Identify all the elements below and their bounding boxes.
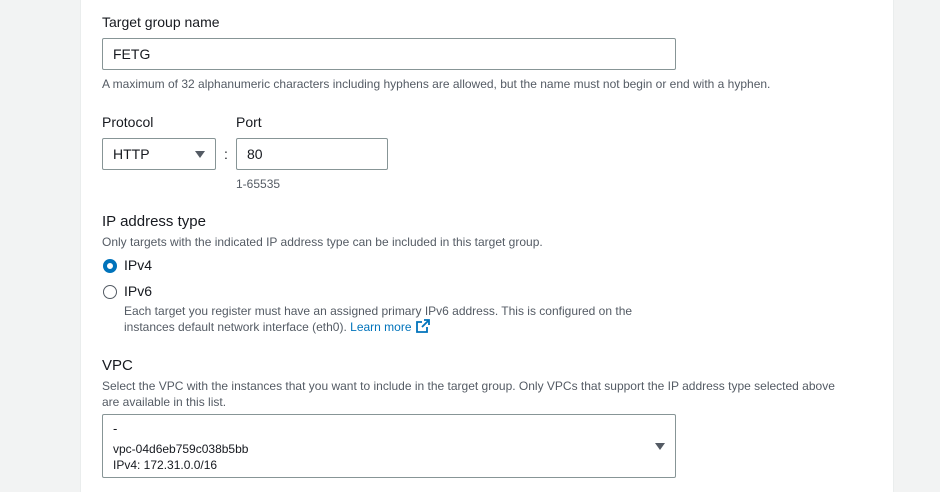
protocol-value: HTTP	[113, 146, 150, 162]
vpc-selected-id: vpc-04d6eb759c038b5bb	[113, 442, 249, 456]
ipv6-radio[interactable]	[103, 285, 117, 299]
port-label: Port	[236, 114, 262, 130]
vpc-selected-name: -	[113, 421, 118, 436]
port-hint: 1-65535	[236, 177, 281, 191]
vpc-selected-cidr: IPv4: 172.31.0.0/16	[113, 458, 218, 472]
protocol-select[interactable]: HTTP	[102, 138, 216, 170]
target-group-name-label: Target group name	[102, 14, 220, 30]
ip-address-type-description: Only targets with the indicated IP addre…	[102, 235, 543, 249]
target-group-name-hint: A maximum of 32 alphanumeric characters …	[102, 77, 771, 91]
vpc-description-line1: Select the VPC with the instances that y…	[102, 379, 835, 393]
ip-address-type-label: IP address type	[102, 213, 206, 230]
learn-more-link[interactable]: Learn more	[350, 319, 430, 337]
ipv4-radio-label[interactable]: IPv4	[124, 257, 152, 273]
external-link-icon	[415, 319, 430, 337]
ipv6-description: instances default network interface (eth…	[124, 319, 430, 337]
caret-down-icon	[195, 151, 205, 158]
ipv6-description-line2: instances default network interface (eth…	[124, 320, 347, 334]
ipv6-description-line1: Each target you register must have an as…	[124, 304, 633, 318]
form-panel: Target group name FETG A maximum of 32 a…	[80, 0, 894, 492]
port-input[interactable]: 80	[236, 138, 388, 170]
vpc-label: VPC	[102, 357, 133, 374]
vpc-description-line2: are available in this list.	[102, 395, 227, 409]
vpc-select[interactable]: - vpc-04d6eb759c038b5bb IPv4: 172.31.0.0…	[102, 414, 676, 478]
caret-down-icon	[655, 443, 665, 450]
protocol-port-separator: :	[224, 146, 228, 162]
ipv6-radio-label[interactable]: IPv6	[124, 283, 152, 299]
protocol-label: Protocol	[102, 114, 154, 130]
learn-more-label: Learn more	[350, 320, 412, 334]
ipv4-radio[interactable]	[103, 259, 117, 273]
target-group-name-input[interactable]: FETG	[102, 38, 676, 70]
